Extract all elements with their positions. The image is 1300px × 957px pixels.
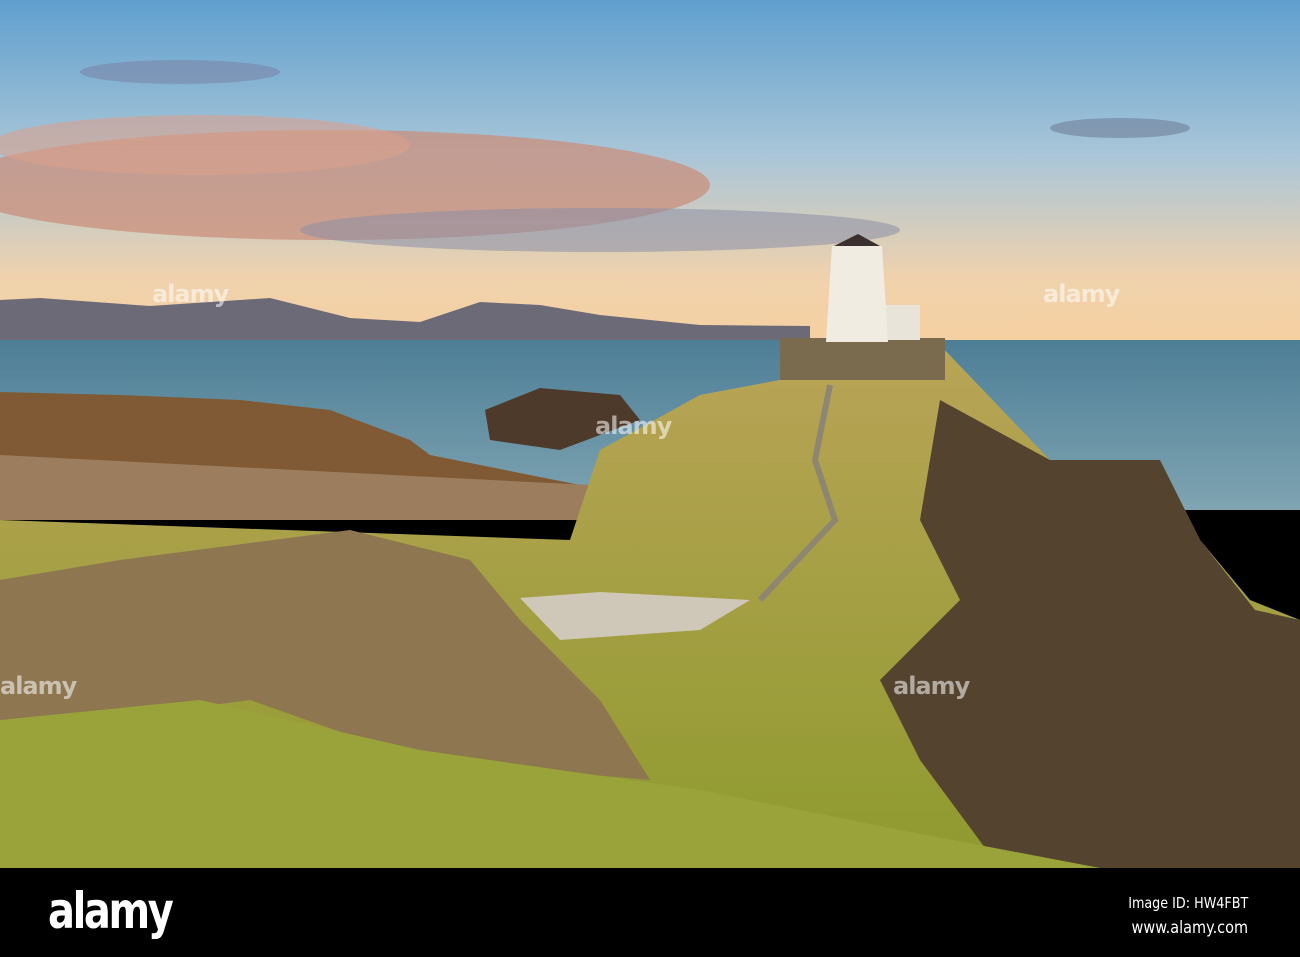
watermark: alamy bbox=[893, 672, 970, 700]
watermark: alamy bbox=[1043, 280, 1120, 308]
lighthouse-building bbox=[885, 305, 920, 340]
lighthouse-tower bbox=[826, 246, 888, 342]
cloud bbox=[1050, 118, 1190, 138]
watermark: alamy bbox=[152, 280, 229, 308]
cloud bbox=[0, 115, 410, 175]
lighthouse-wall bbox=[780, 338, 945, 380]
footer-bar: alamy Image ID: HW4FBT www.alamy.com bbox=[0, 868, 1300, 957]
cloud bbox=[80, 60, 280, 84]
watermark: alamy bbox=[0, 672, 77, 700]
watermark: alamy bbox=[595, 412, 672, 440]
cloud bbox=[300, 208, 900, 252]
site-url: www.alamy.com bbox=[1131, 918, 1248, 938]
alamy-logo: alamy bbox=[48, 882, 174, 940]
photo: alamy alamy alamy alamy alamy bbox=[0, 0, 1300, 868]
image-id: Image ID: HW4FBT bbox=[1127, 894, 1248, 912]
